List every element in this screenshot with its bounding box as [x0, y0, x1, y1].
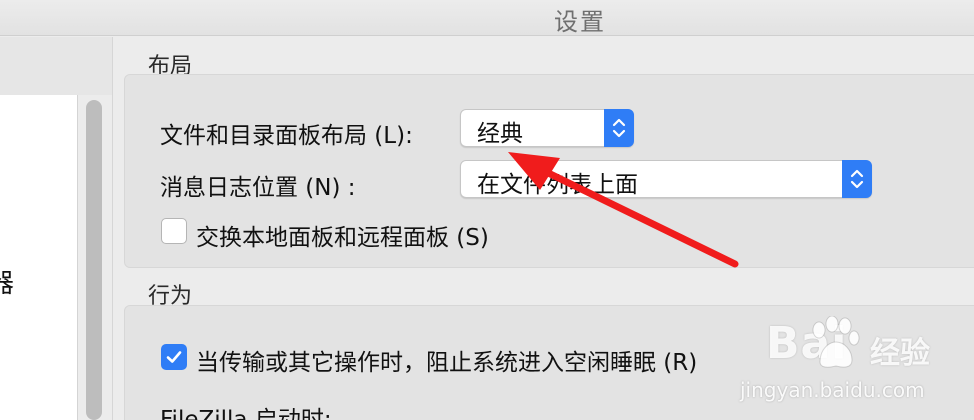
baidu-watermark: Bai 经验 jingyan.baidu.com	[722, 312, 974, 420]
checkmark-icon	[166, 351, 182, 363]
prevent-sleep-label[interactable]: 当传输或其它操作时，阻止系统进入空闲睡眠 (R)	[196, 343, 697, 377]
startup-label: FileZilla 启动时:	[160, 407, 332, 420]
sidebar-header	[0, 37, 112, 95]
chevron-up-down-icon	[842, 160, 872, 198]
sidebar-scrollbar[interactable]	[86, 100, 102, 420]
watermark-url: jingyan.baidu.com	[740, 378, 925, 402]
chevron-up-down-icon	[604, 109, 634, 147]
prevent-sleep-checkbox[interactable]	[161, 344, 187, 370]
pane-divider	[112, 37, 113, 420]
title-bar: 设置	[0, 0, 974, 36]
message-log-position-label: 消息日志位置 (N) :	[160, 175, 356, 201]
file-dir-layout-select[interactable]: 经典	[460, 109, 634, 147]
sidebar-item-label[interactable]: 器	[0, 263, 14, 300]
file-dir-layout-label: 文件和目录面板布局 (L):	[160, 123, 413, 149]
file-dir-layout-value: 经典	[477, 121, 523, 147]
message-log-position-select[interactable]: 在文件列表上面	[460, 160, 872, 198]
swap-panels-label[interactable]: 交换本地面板和远程面板 (S)	[196, 218, 489, 252]
window-title: 设置	[554, 8, 606, 36]
swap-panels-checkbox[interactable]	[161, 218, 187, 244]
message-log-position-value: 在文件列表上面	[477, 172, 638, 198]
watermark-jingyan: 经验	[870, 336, 930, 371]
settings-page-list[interactable]: 器	[0, 95, 78, 420]
settings-window: 设置 器 布局 文件和目录面板布局 (L): 经典 消息日志位置 (N) : 在…	[0, 0, 974, 420]
paw-icon	[812, 316, 860, 368]
